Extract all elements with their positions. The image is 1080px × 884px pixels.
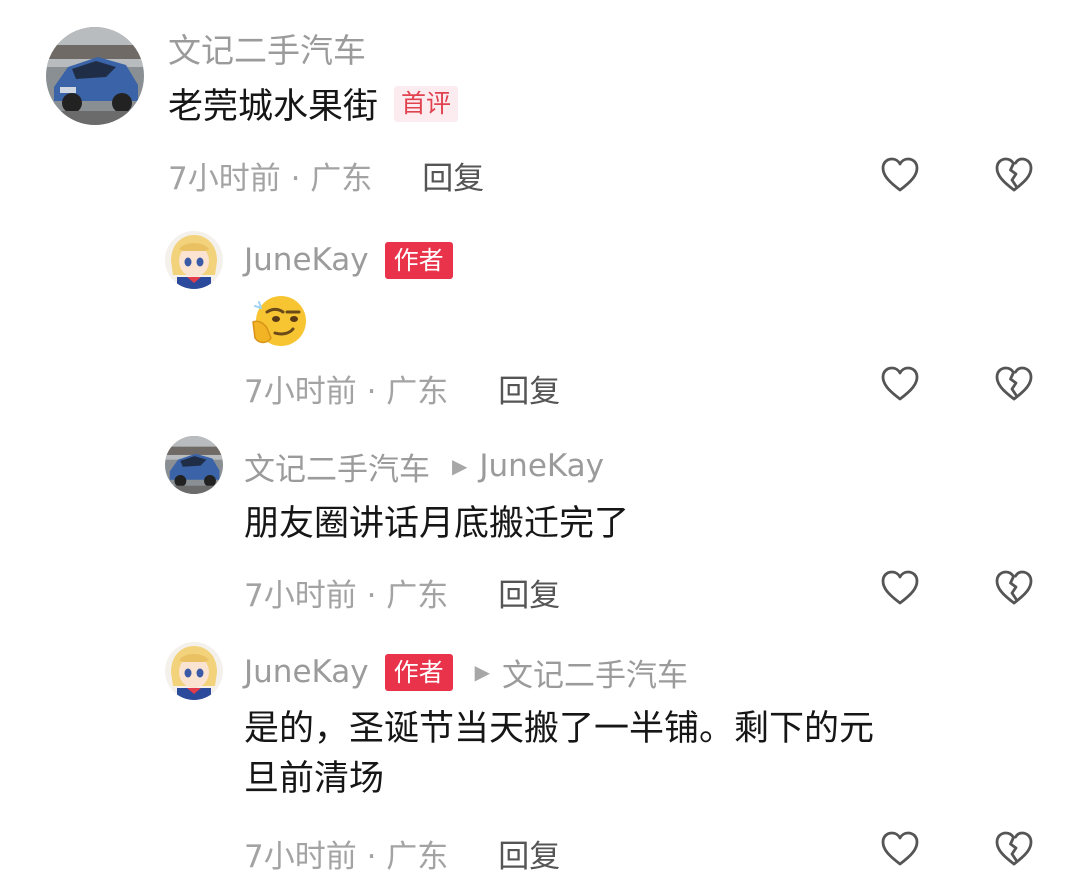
author-badge: 作者 [384,241,453,279]
reply-button[interactable]: 回复 [498,570,560,615]
comment-content-line: 是的，圣诞节当天搬了一半铺。剩下的元 [244,709,875,749]
reply-item: JuneKay 作者 7小时前 · 广东 回复 [0,220,1080,420]
timestamp-location: 7小时前 · 广东 [244,373,449,410]
triangle-right-icon: ▶ [474,660,491,684]
comment-text: 朋友圈讲话月底搬迁完了 [244,499,629,549]
author-row: JuneKay 作者 ▶ 文记二手汽车 [244,650,688,694]
reply-to-name[interactable]: 文记二手汽车 [502,650,688,695]
author-name[interactable]: 文记二手汽车 [244,444,430,489]
comment-content: 朋友圈讲话月底搬迁完了 [244,504,630,544]
broken-heart-icon[interactable] [994,829,1034,869]
reply-button[interactable]: 回复 [498,366,560,411]
car-photo-avatar [165,436,223,494]
heart-outline-icon[interactable] [880,364,920,404]
first-comment-badge: 首评 [394,86,459,122]
timestamp-location: 7小时前 · 广东 [168,160,373,197]
anime-avatar [165,642,223,700]
author-row: 文记二手汽车 [168,26,366,70]
author-name[interactable]: 文记二手汽车 [168,24,366,72]
timestamp-location: 7小时前 · 广东 [244,577,449,614]
reply-item: 文记二手汽车 ▶ JuneKay 朋友圈讲话月底搬迁完了 7小时前 · 广东 回… [0,428,1080,628]
author-row: JuneKay 作者 [244,238,453,282]
avatar[interactable] [46,27,144,125]
car-photo-avatar [46,27,144,125]
reply-to-name[interactable]: JuneKay [479,448,604,484]
comment-meta: 7小时前 · 广东 回复 [244,831,560,875]
comment-content-line: 旦前清场 [244,759,385,799]
comment-item: 文记二手汽车 老莞城水果街 首评 7小时前 · 广东 回复 [0,0,1080,210]
comment-text: 老莞城水果街 首评 [168,82,459,132]
reply-item: JuneKay 作者 ▶ 文记二手汽车 是的，圣诞节当天搬了一半铺。剩下的元 旦… [0,634,1080,884]
thinking-face-emoji [245,292,307,350]
broken-heart-icon[interactable] [994,568,1034,608]
author-name[interactable]: JuneKay [244,242,369,278]
heart-outline-icon[interactable] [880,829,920,869]
avatar[interactable] [165,231,223,289]
heart-outline-icon[interactable] [880,155,920,195]
author-row: 文记二手汽车 ▶ JuneKay [244,444,604,488]
comment-text: 是的，圣诞节当天搬了一半铺。剩下的元 旦前清场 [244,704,874,804]
triangle-right-icon: ▶ [452,454,468,478]
comment-meta: 7小时前 · 广东 回复 [244,570,560,614]
comment-meta: 7小时前 · 广东 回复 [168,153,484,197]
broken-heart-icon[interactable] [994,364,1034,404]
comment-content: 老莞城水果街 [168,87,379,127]
reply-button[interactable]: 回复 [422,153,484,198]
timestamp-location: 7小时前 · 广东 [244,838,449,875]
avatar[interactable] [165,436,223,494]
reply-button[interactable]: 回复 [498,831,560,876]
comment-meta: 7小时前 · 广东 回复 [244,366,560,410]
heart-outline-icon[interactable] [880,568,920,608]
avatar[interactable] [165,642,223,700]
author-badge: 作者 [384,653,453,691]
author-name[interactable]: JuneKay [244,654,369,690]
anime-avatar [165,231,223,289]
broken-heart-icon[interactable] [994,155,1034,195]
